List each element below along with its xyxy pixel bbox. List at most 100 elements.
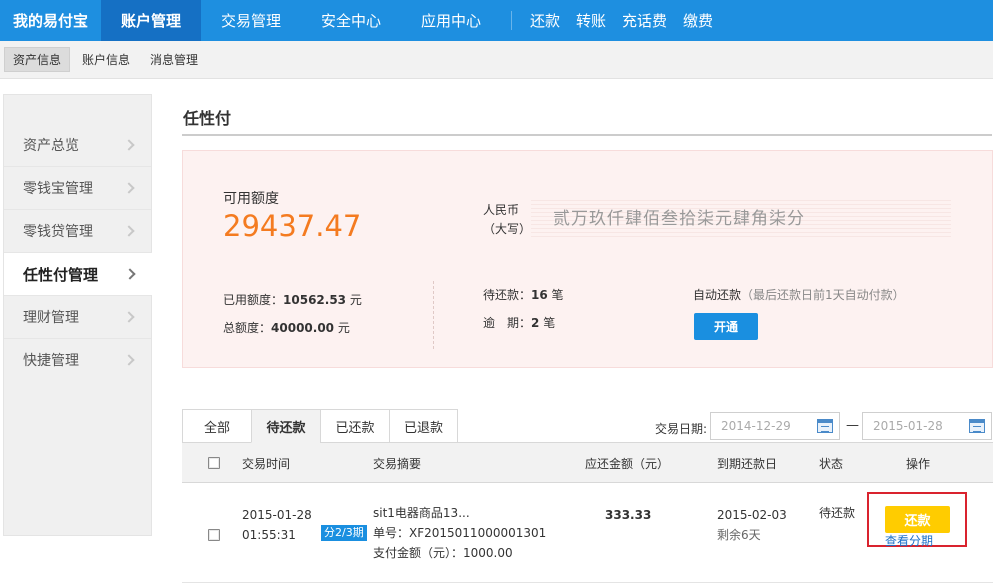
- quick-link-payment[interactable]: 缴费: [675, 0, 721, 41]
- header-transaction-time: 交易时间: [242, 457, 291, 471]
- repayment-tabs: 全部 待还款 已还款 已退款: [182, 409, 458, 443]
- start-date-value: 2014-12-29: [721, 419, 791, 433]
- installment-badge: 分2/3期: [321, 525, 367, 541]
- page-title: 任性付: [183, 109, 232, 128]
- sidebar-item-label: 任性付管理: [23, 265, 99, 284]
- pending-unit: 笔: [551, 288, 564, 302]
- total-credit-label: 总额度：: [223, 321, 272, 335]
- auto-repay-label: 自动还款: [693, 288, 742, 302]
- tab-all[interactable]: 全部: [182, 409, 251, 443]
- auto-repay-hint: （最后还款日前1天自动付款）: [741, 288, 905, 302]
- rmb-label-line-1: 人民币: [483, 203, 520, 217]
- sidebar-item-renxingfu[interactable]: 任性付管理: [4, 252, 152, 295]
- nav-security-center[interactable]: 安全中心: [301, 0, 401, 41]
- sidebar-item-quick-management[interactable]: 快捷管理: [4, 338, 151, 381]
- sidebar-item-label: 零钱宝管理: [23, 181, 93, 197]
- transaction-time: 2015-01-28 01:55:31: [242, 505, 312, 545]
- calendar-icon[interactable]: [817, 419, 833, 433]
- nav-transaction-management[interactable]: 交易管理: [201, 0, 301, 41]
- end-date-value: 2015-01-28: [873, 419, 943, 433]
- available-credit-value: 29437.47: [223, 209, 362, 243]
- remaining-days: 剩余6天: [717, 528, 761, 542]
- title-divider: [182, 134, 992, 136]
- amount-due: 333.33: [605, 508, 652, 522]
- sidebar-item-lingqiandai[interactable]: 零钱贷管理: [4, 209, 151, 252]
- overdue-unit: 笔: [543, 316, 556, 330]
- sidebar-item-label: 零钱贷管理: [23, 224, 93, 240]
- nav-account-management[interactable]: 账户管理: [101, 0, 201, 41]
- tab-refunded[interactable]: 已退款: [389, 409, 458, 443]
- brand-my-yifubao[interactable]: 我的易付宝: [0, 0, 101, 41]
- header-status: 状态: [819, 457, 844, 471]
- order-number: 单号：XF2015011000001301: [373, 526, 547, 540]
- status-cell: 待还款: [819, 506, 856, 520]
- table-header: 交易时间 交易摘要 应还金额（元） 到期还款日 状态 操作: [182, 443, 993, 483]
- nav-separator: [511, 11, 512, 30]
- sidebar-item-asset-overview[interactable]: 资产总览: [4, 123, 151, 166]
- chevron-right-icon: [123, 182, 135, 194]
- summary-title[interactable]: sit1电器商品13...: [373, 503, 546, 523]
- tab-pending[interactable]: 待还款: [251, 409, 320, 443]
- header-due-date: 到期还款日: [717, 457, 778, 471]
- date-filter-label: 交易日期:: [655, 422, 708, 436]
- rmb-label-line-2: （大写）: [483, 222, 532, 236]
- tab-repaid[interactable]: 已还款: [320, 409, 389, 443]
- sidebar-item-lingqianbao[interactable]: 零钱宝管理: [4, 166, 151, 209]
- paid-amount: 支付金额（元）：1000.00: [373, 546, 513, 560]
- total-credit-unit: 元: [337, 321, 350, 335]
- end-date-input[interactable]: 2015-01-28: [862, 412, 992, 440]
- header-action: 操作: [906, 457, 931, 471]
- enable-auto-repay-button[interactable]: 开通: [694, 313, 758, 340]
- pending-label: 待还款：: [483, 288, 532, 302]
- chevron-right-icon: [123, 138, 135, 151]
- total-credit: 总额度：40000.00 元: [223, 319, 350, 336]
- transaction-date: 2015-01-28: [242, 508, 312, 522]
- header-amount-due: 应还金额（元）: [585, 457, 670, 471]
- used-credit-label: 已用额度：: [223, 293, 284, 307]
- used-credit-unit: 元: [349, 293, 362, 307]
- quick-link-repay[interactable]: 还款: [522, 0, 568, 41]
- pending-count: 16: [531, 288, 548, 302]
- view-installments-link[interactable]: 查看分期: [885, 532, 933, 549]
- overdue-label: 逾 期：: [483, 316, 532, 330]
- auto-repay-text: 自动还款（最后还款日前1天自动付款）: [693, 286, 905, 303]
- overdue-repayments: 逾 期：2 笔: [483, 314, 555, 331]
- top-nav: 我的易付宝 账户管理 交易管理 安全中心 应用中心 还款 转账 充话费 缴费: [0, 0, 993, 41]
- transaction-clock: 01:55:31: [242, 528, 296, 542]
- subnav-message-management[interactable]: 消息管理: [142, 48, 206, 71]
- used-credit-value: 10562.53: [283, 293, 347, 307]
- repay-button[interactable]: 还款: [885, 506, 950, 533]
- available-credit-label: 可用额度: [223, 191, 279, 207]
- date-separator: —: [846, 418, 859, 433]
- calendar-icon[interactable]: [969, 419, 985, 433]
- overdue-count: 2: [531, 316, 540, 330]
- nav-app-center[interactable]: 应用中心: [401, 0, 501, 41]
- sidebar-item-label: 理财管理: [23, 310, 79, 326]
- pending-repayments: 待还款：16 笔: [483, 286, 564, 303]
- sidebar: 资产总览 零钱宝管理 零钱贷管理 任性付管理 理财管理 快捷管理: [3, 94, 152, 536]
- chevron-right-icon: [124, 268, 136, 280]
- used-credit: 已用额度：10562.53 元: [223, 291, 362, 308]
- quick-link-recharge[interactable]: 充话费: [614, 0, 675, 41]
- table-row: 2015-01-28 01:55:31 分2/3期 sit1电器商品13... …: [182, 483, 993, 583]
- due-date: 2015-02-03: [717, 508, 787, 522]
- subnav-asset-info[interactable]: 资产信息: [4, 47, 71, 72]
- sidebar-item-label: 快捷管理: [23, 353, 79, 369]
- start-date-input[interactable]: 2014-12-29: [710, 412, 840, 440]
- due-date-cell: 2015-02-03 剩余6天: [717, 505, 787, 545]
- rmb-uppercase-value: 贰万玖仟肆佰叁拾柒元肆角柒分: [531, 200, 951, 240]
- quick-link-transfer[interactable]: 转账: [568, 0, 614, 41]
- subnav-account-info[interactable]: 账户信息: [74, 48, 138, 71]
- chevron-right-icon: [123, 311, 135, 323]
- row-checkbox[interactable]: [208, 529, 220, 541]
- card-divider: [433, 281, 434, 349]
- sidebar-item-label: 资产总览: [23, 137, 79, 154]
- credit-summary-card: 可用额度 29437.47 人民币 （大写） 贰万玖仟肆佰叁拾柒元肆角柒分 已用…: [182, 150, 993, 368]
- rmb-uppercase-label: 人民币 （大写）: [483, 201, 531, 239]
- select-all-checkbox[interactable]: [208, 457, 220, 469]
- transaction-summary: sit1电器商品13... 单号：XF2015011000001301 支付金额…: [373, 503, 546, 563]
- sidebar-item-wealth-management[interactable]: 理财管理: [4, 295, 151, 338]
- total-credit-value: 40000.00: [271, 321, 335, 335]
- chevron-right-icon: [123, 225, 135, 237]
- chevron-right-icon: [123, 354, 135, 366]
